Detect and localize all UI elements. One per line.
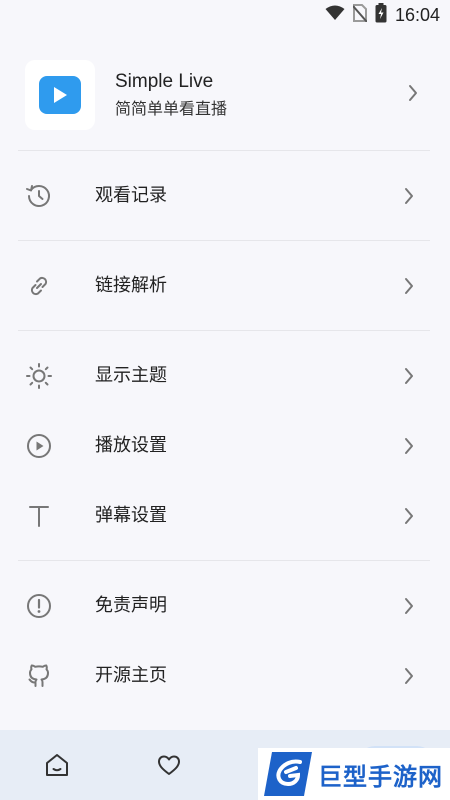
menu-item-playback[interactable]: 播放设置 (0, 416, 450, 476)
status-icons: 16:04 (325, 3, 440, 27)
menu-item-link-parse[interactable]: 链接解析 (0, 256, 450, 316)
menu-label-theme: 显示主题 (95, 365, 167, 386)
app-logo (25, 60, 95, 130)
menu-item-history[interactable]: 观看记录 (0, 166, 450, 226)
wifi-icon (325, 5, 345, 25)
sun-icon (24, 361, 54, 391)
home-icon[interactable] (42, 750, 72, 780)
menu-item-disclaimer[interactable]: 免责声明 (0, 576, 450, 636)
text-icon (24, 501, 54, 531)
menu-label-link-parse: 链接解析 (95, 275, 167, 296)
app-name: Simple Live (115, 71, 214, 92)
menu-item-danmaku[interactable]: 弹幕设置 (0, 486, 450, 546)
no-sim-icon (352, 4, 368, 26)
menu-label-playback: 播放设置 (95, 435, 167, 456)
menu-label-disclaimer: 免责声明 (95, 595, 167, 616)
menu-label-history: 观看记录 (95, 185, 167, 206)
heart-icon[interactable] (154, 750, 184, 780)
watermark-logo-icon (264, 752, 312, 796)
chevron-right-icon (404, 597, 414, 619)
alert-circle-icon (24, 591, 54, 621)
menu-item-theme[interactable]: 显示主题 (0, 346, 450, 406)
history-icon (24, 181, 54, 211)
divider (18, 560, 430, 561)
watermark: 巨型手游网 (258, 748, 450, 800)
app-slogan: 简简单单看直播 (115, 99, 228, 118)
menu-label-open-source: 开源主页 (95, 665, 167, 686)
play-icon (39, 76, 81, 114)
battery-icon (375, 3, 387, 27)
play-circle-icon (24, 431, 54, 461)
watermark-text: 巨型手游网 (318, 762, 443, 791)
chevron-right-icon (404, 667, 414, 689)
github-icon (24, 661, 54, 691)
chevron-right-icon (404, 507, 414, 529)
chevron-right-icon (404, 277, 414, 299)
chevron-right-icon (404, 437, 414, 459)
menu-label-danmaku: 弹幕设置 (95, 505, 167, 526)
app-info-row[interactable]: Simple Live 简简单单看直播 (25, 58, 430, 132)
menu-item-open-source[interactable]: 开源主页 (0, 646, 450, 706)
divider (18, 330, 430, 331)
chevron-right-icon (404, 187, 414, 209)
link-icon (24, 271, 54, 301)
chevron-right-icon (408, 84, 418, 106)
divider (18, 240, 430, 241)
chevron-right-icon (404, 367, 414, 389)
status-time: 16:04 (394, 4, 440, 25)
status-bar: 16:04 (0, 0, 450, 30)
divider (18, 150, 430, 151)
